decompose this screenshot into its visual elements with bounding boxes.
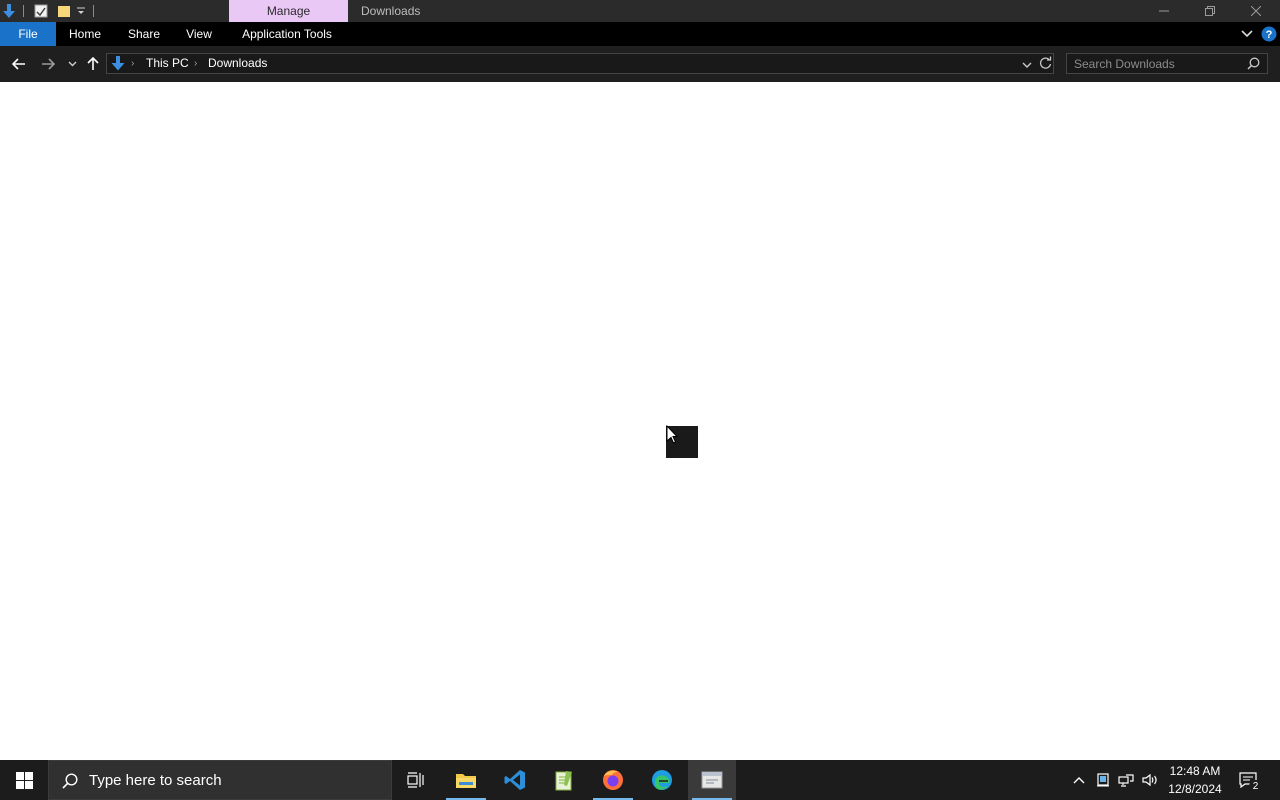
forward-arrow-icon [42,58,55,70]
help-button[interactable]: ? [1260,22,1278,46]
recent-locations-button[interactable] [64,53,80,75]
properties-icon[interactable] [31,0,51,22]
folder-icon [456,774,476,788]
edge-icon [652,770,672,790]
svg-text:?: ? [1266,29,1273,41]
file-explorer-window: Manage Downloads File Home Share View Ap… [0,0,1280,800]
help-icon: ? [1261,26,1277,42]
address-history-dropdown[interactable] [1022,58,1032,72]
title-bar: Manage Downloads [0,0,1280,22]
windows-logo-icon [15,771,33,789]
search-icon[interactable] [1247,57,1260,73]
firefox-icon [603,770,623,790]
file-list-pane[interactable] [0,82,1280,760]
manage-context-tab[interactable]: Manage [229,0,348,22]
refresh-icon [1039,56,1052,69]
chevron-down-icon [1241,30,1253,38]
breadcrumb-separator: › [131,58,135,69]
taskbar-vs-code[interactable] [491,760,539,800]
expand-ribbon-button[interactable] [1238,22,1256,46]
chevron-up-icon [1073,777,1085,784]
tab-file[interactable]: File [0,22,56,46]
breadcrumb-downloads[interactable]: Downloads [208,56,267,71]
task-view-icon [407,772,424,788]
notification-count-badge: 2 [1249,780,1262,793]
start-button[interactable] [0,760,48,800]
navigation-bar: › This PC › Downloads [0,46,1280,82]
taskbar-search-placeholder: Type here to search [89,772,222,789]
manage-tab-label: Manage [266,4,311,18]
clock-time: 12:48 AM [1169,764,1221,778]
breadcrumb-separator: › [194,58,198,69]
show-hidden-icons-button[interactable] [1068,760,1090,800]
customize-dropdown-icon[interactable] [74,0,88,22]
tray-volume-icon[interactable] [1139,760,1161,800]
tab-view[interactable]: View [180,22,218,46]
close-icon [1251,6,1261,16]
task-view-button[interactable] [392,760,440,800]
breadcrumb-this-pc[interactable]: This PC [146,56,189,71]
taskbar-file-explorer[interactable] [442,760,490,800]
chevron-down-icon [68,61,76,67]
mouse-cursor-icon [666,424,679,447]
clock-date: 12/8/2024 [1168,782,1222,796]
taskbar-active-window[interactable] [688,760,736,800]
window-title: Downloads [361,4,421,18]
downloads-arrow-icon [110,55,126,75]
address-bar[interactable]: › This PC › Downloads [106,53,1054,74]
downloads-arrow-icon[interactable] [0,0,18,22]
search-icon [62,773,78,792]
chevron-down-icon [1022,62,1032,68]
speaker-icon [1142,773,1157,787]
separator [93,5,94,17]
network-icon [1118,774,1134,787]
tray-device-icon[interactable] [1092,760,1114,800]
close-button[interactable] [1233,0,1279,22]
up-button[interactable] [83,53,103,75]
up-arrow-icon [87,57,99,70]
tray-network-icon[interactable] [1115,760,1137,800]
tablet-icon [1097,773,1109,787]
taskbar-firefox[interactable] [589,760,637,800]
back-arrow-icon [12,58,25,70]
ribbon-tab-bar: File Home Share View Application Tools ? [0,22,1280,46]
restore-button[interactable] [1187,0,1233,22]
taskbar: Type here to search 12:48 AM 12/8/2024 2 [0,760,1280,800]
tab-home[interactable]: Home [60,22,110,46]
taskbar-edge[interactable] [638,760,686,800]
system-clock[interactable]: 12:48 AM 12/8/2024 [1164,760,1226,800]
tab-application-tools[interactable]: Application Tools [236,22,338,46]
search-box[interactable] [1066,53,1268,74]
forward-button[interactable] [37,53,59,75]
search-input[interactable] [1074,56,1244,71]
notepad-plus-plus-icon [555,771,572,791]
back-button[interactable] [8,53,30,75]
separator [23,5,24,17]
vs-code-icon [504,770,525,790]
minimize-icon [1159,10,1169,12]
app-window-icon [701,771,723,789]
tab-share[interactable]: Share [122,22,166,46]
taskbar-notepad-plus-plus[interactable] [540,760,588,800]
minimize-button[interactable] [1141,0,1187,22]
restore-icon [1205,6,1215,16]
taskbar-search-box[interactable]: Type here to search [48,760,392,800]
refresh-button[interactable] [1039,56,1052,73]
new-folder-icon[interactable] [54,0,74,22]
